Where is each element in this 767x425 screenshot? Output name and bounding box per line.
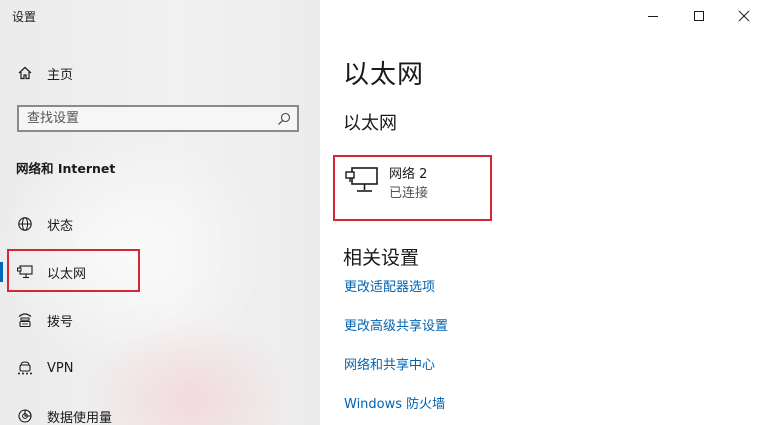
network-name: 网络 2: [389, 167, 428, 182]
close-button[interactable]: [721, 0, 767, 32]
home-icon: [16, 64, 34, 82]
main-content: 以太网 以太网 网络 2 已连接 相关设置 更改适配器选项 更改高级共享设置 网…: [320, 0, 767, 425]
sidebar-item-label: 拨号: [47, 314, 74, 330]
search-icon[interactable]: [277, 111, 291, 125]
network-sharing-center-link[interactable]: 网络和共享中心: [344, 354, 435, 373]
search-box[interactable]: [17, 105, 299, 132]
maximize-button[interactable]: [676, 0, 722, 32]
network-tile[interactable]: 网络 2 已连接: [343, 160, 483, 212]
app-title: 设置: [12, 10, 37, 24]
sidebar-item-label: 状态: [47, 218, 74, 234]
close-icon: [738, 7, 750, 26]
sidebar-item-label: 主页: [47, 67, 74, 83]
page-title: 以太网: [343, 60, 425, 90]
sidebar-item-label: 数据使用量: [47, 410, 113, 425]
sidebar-item-data-usage[interactable]: 数据使用量: [0, 398, 320, 425]
change-adapter-options-link[interactable]: 更改适配器选项: [344, 276, 435, 295]
network-monitor-icon: [345, 165, 379, 195]
sidebar: 设置 主页 网络和 Internet: [0, 0, 320, 425]
section-subheading: 以太网: [343, 113, 397, 134]
sidebar-item-status[interactable]: 状态: [0, 206, 320, 242]
dialup-icon: [16, 311, 34, 329]
vpn-icon: [16, 359, 34, 377]
sidebar-item-ethernet[interactable]: 以太网: [0, 254, 320, 290]
related-settings-heading: 相关设置: [343, 247, 420, 269]
ethernet-icon: [16, 263, 34, 281]
sidebar-item-label: 以太网: [47, 266, 87, 282]
globe-icon: [16, 215, 34, 233]
data-usage-icon: [16, 407, 34, 425]
minimize-icon: [647, 7, 659, 26]
minimize-button[interactable]: [630, 0, 676, 32]
change-advanced-sharing-link[interactable]: 更改高级共享设置: [344, 315, 448, 334]
windows-firewall-link[interactable]: Windows 防火墙: [344, 393, 445, 412]
section-title: 网络和 Internet: [16, 161, 116, 176]
maximize-icon: [693, 7, 705, 26]
search-input[interactable]: [27, 107, 267, 130]
sidebar-item-vpn[interactable]: VPN: [0, 350, 320, 386]
network-status: 已连接: [389, 186, 429, 201]
sidebar-item-dialup[interactable]: 拨号: [0, 302, 320, 338]
sidebar-item-label: VPN: [47, 360, 74, 376]
settings-window: 设置 主页 网络和 Internet: [0, 0, 767, 425]
sidebar-item-home[interactable]: 主页: [0, 55, 320, 91]
